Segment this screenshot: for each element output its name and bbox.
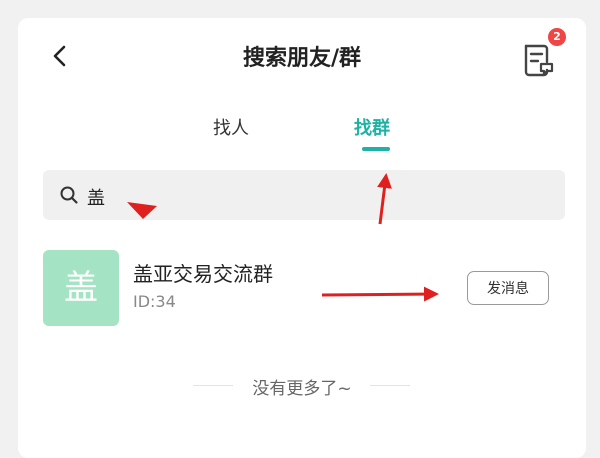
- message-list-button[interactable]: [518, 40, 558, 80]
- search-icon: [60, 186, 78, 204]
- tab-find-groups[interactable]: 找群: [354, 114, 390, 140]
- search-input[interactable]: 盖: [87, 184, 105, 210]
- group-id: ID:34: [133, 292, 176, 311]
- tab-find-people[interactable]: 找人: [213, 114, 249, 140]
- search-result-row[interactable]: 盖 盖亚交易交流群 ID:34 发消息: [43, 250, 565, 326]
- screen-card: 搜索朋友/群 2 找人 找群 盖 盖 盖亚交易交流群 ID:34 发消息 没有更…: [18, 18, 586, 458]
- group-avatar: 盖: [43, 250, 119, 326]
- header: 搜索朋友/群 2: [18, 18, 586, 100]
- send-message-button[interactable]: 发消息: [467, 271, 549, 305]
- active-tab-indicator: [362, 147, 390, 151]
- no-more-text: 没有更多了~: [252, 379, 352, 399]
- group-name: 盖亚交易交流群: [133, 262, 273, 286]
- divider: [370, 385, 410, 386]
- message-list-icon: [524, 44, 554, 77]
- unread-badge: 2: [548, 28, 566, 46]
- page-title: 搜索朋友/群: [242, 46, 362, 71]
- list-end: 没有更多了~: [18, 374, 586, 399]
- search-box[interactable]: 盖: [43, 170, 565, 220]
